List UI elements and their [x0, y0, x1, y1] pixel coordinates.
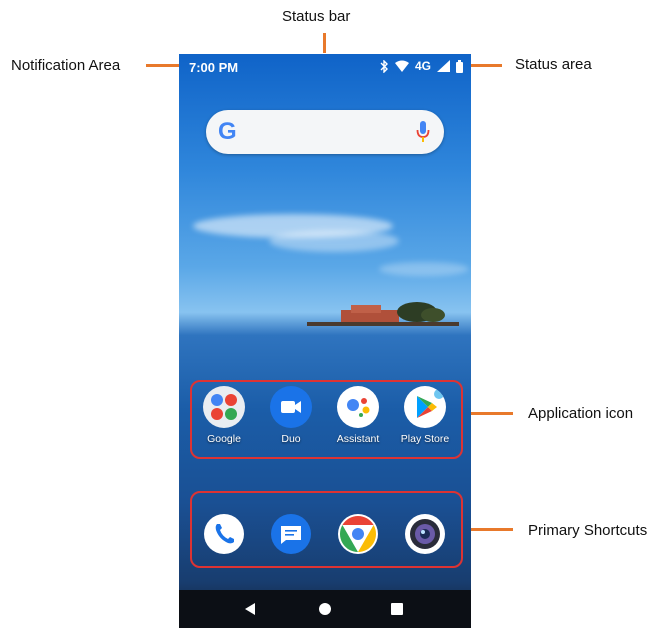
- navigation-bar: [179, 590, 471, 628]
- google-search-bar[interactable]: G: [206, 110, 444, 154]
- network-type-label: 4G: [414, 59, 431, 73]
- recents-icon[interactable]: [391, 603, 403, 615]
- google-logo: G: [218, 118, 237, 145]
- status-bar: 7:00 PM 4G: [179, 54, 471, 80]
- status-bar-callout-line: [323, 33, 326, 53]
- home-icon[interactable]: [319, 603, 331, 615]
- wallpaper-cloud: [379, 262, 469, 276]
- status-area-callout: Status area: [515, 56, 592, 73]
- application-icon-highlight: [190, 380, 463, 459]
- bluetooth-icon: [380, 59, 388, 73]
- battery-icon: [456, 59, 463, 73]
- wallpaper-island: [307, 302, 459, 326]
- notification-area-callout: Notification Area: [11, 57, 121, 74]
- wallpaper-cloud: [269, 230, 399, 252]
- status-bar-callout: Status bar: [282, 8, 351, 25]
- primary-shortcuts-callout: Primary Shortcuts: [528, 522, 648, 539]
- wifi-icon: [394, 60, 409, 72]
- status-icons: 4G: [380, 59, 463, 73]
- application-icon-callout: Application icon: [528, 405, 634, 422]
- mic-icon[interactable]: [416, 121, 430, 143]
- signal-icon: [437, 60, 450, 72]
- status-time: 7:00 PM: [189, 60, 239, 75]
- back-icon[interactable]: [245, 603, 255, 615]
- primary-shortcuts-highlight: [190, 491, 463, 568]
